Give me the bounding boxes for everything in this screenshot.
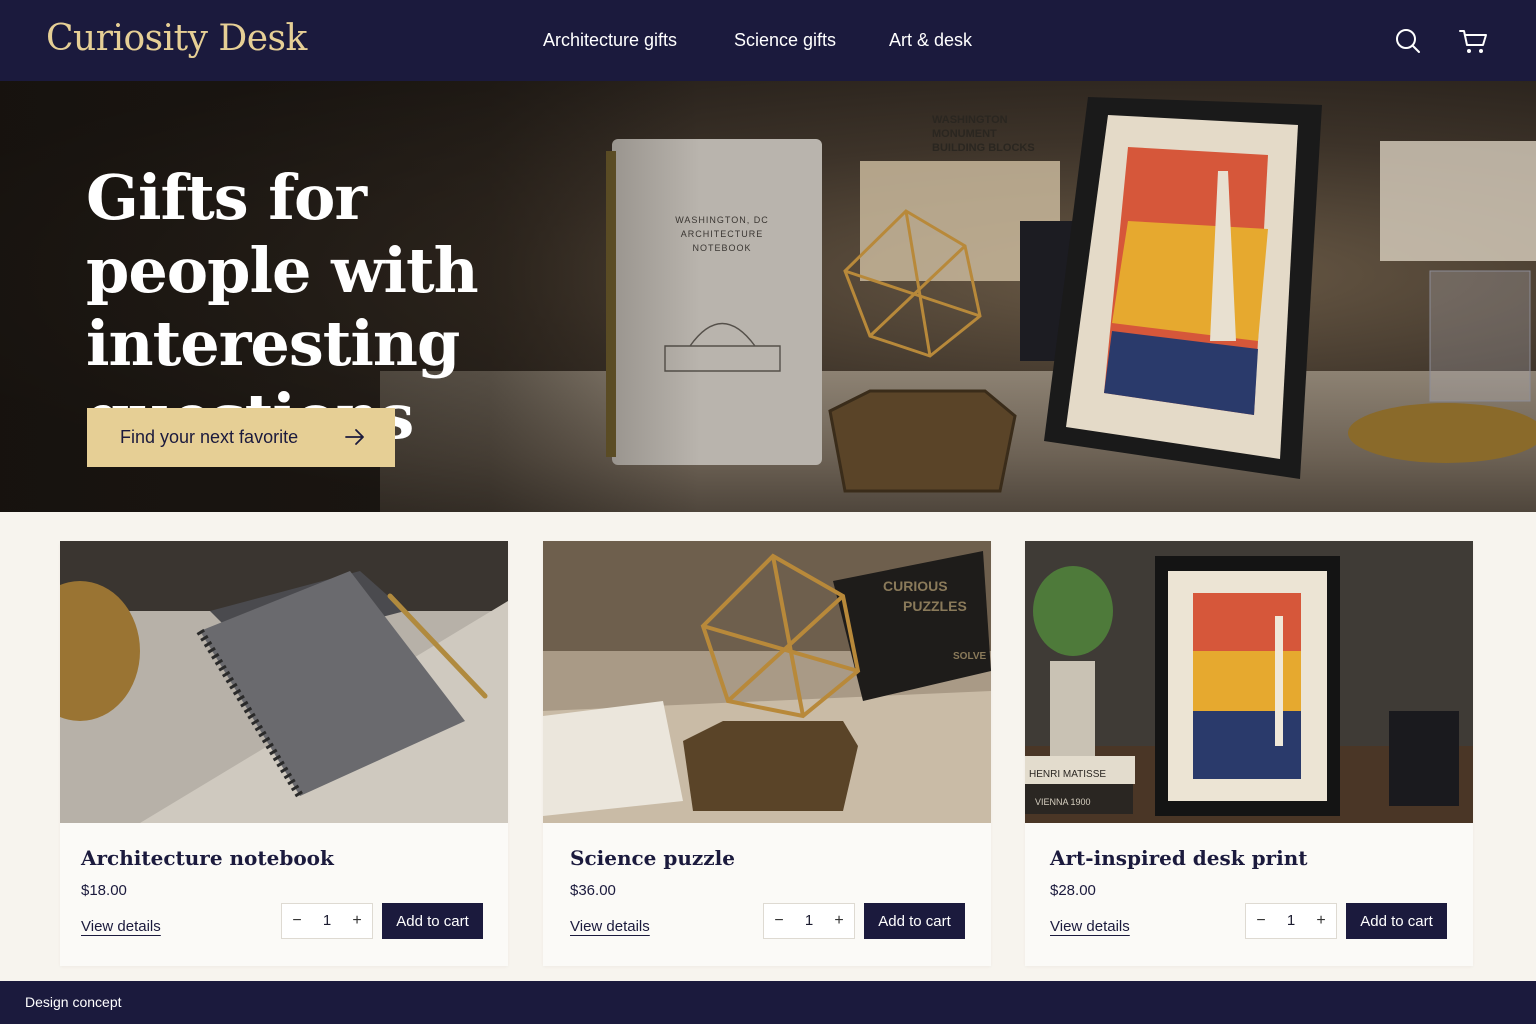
search-icon[interactable]: [1393, 26, 1423, 56]
hero-framed-print: [1044, 97, 1322, 479]
nav-architecture-gifts[interactable]: Architecture gifts: [543, 30, 677, 51]
hero-sign-line-2: MONUMENT: [932, 128, 997, 140]
quantity-increase-button[interactable]: +: [1306, 904, 1336, 938]
nav-art-desk[interactable]: Art & desk: [889, 30, 972, 51]
quantity-stepper: − 1 +: [1245, 903, 1337, 939]
product-card-architecture-notebook: Architecture notebook $18.00 View detail…: [60, 541, 508, 966]
view-details-link[interactable]: View details: [570, 918, 650, 935]
hero-sign-line-1: WASHINGTON: [932, 114, 1008, 126]
hero-banner: WASHINGTON MONUMENT BUILDING BLOCKS WASH…: [0, 81, 1536, 512]
quantity-stepper: − 1 +: [763, 903, 855, 939]
view-details-link[interactable]: View details: [1050, 918, 1130, 935]
product-price: $18.00: [81, 882, 127, 899]
puzzle-box-line-1: CURIOUS: [883, 578, 948, 594]
product-title[interactable]: Science puzzle: [570, 846, 735, 870]
product-price: $36.00: [570, 882, 616, 899]
puzzle-box-line-3: SOLVE: [953, 651, 986, 662]
find-favorite-button[interactable]: Find your next favorite: [87, 408, 395, 467]
quantity-increase-button[interactable]: +: [342, 904, 372, 938]
add-to-cart-button[interactable]: Add to cart: [382, 903, 483, 939]
add-to-cart-button[interactable]: Add to cart: [864, 903, 965, 939]
quantity-decrease-button[interactable]: −: [764, 904, 794, 938]
product-card-science-puzzle: CURIOUS PUZZLES SOLVE Science puzzle $36…: [543, 541, 991, 966]
hero-brass-bowl: [1348, 403, 1536, 463]
footer-bar: Design concept: [0, 981, 1536, 1024]
product-card-art-print: HENRI MATISSE VIENNA 1900 Art-inspired d…: [1025, 541, 1473, 966]
quantity-decrease-button[interactable]: −: [1246, 904, 1276, 938]
quantity-increase-button[interactable]: +: [824, 904, 854, 938]
product-image-print[interactable]: HENRI MATISSE VIENNA 1900: [1025, 541, 1473, 823]
brand-logo[interactable]: Curiosity Desk: [46, 18, 307, 59]
puzzle-base-shape: [683, 721, 858, 811]
find-favorite-label: Find your next favorite: [120, 427, 299, 447]
design-concept-label: Design concept: [25, 994, 122, 1010]
hero-pencil-cup: [1429, 270, 1531, 402]
product-image-puzzle[interactable]: CURIOUS PUZZLES SOLVE: [543, 541, 991, 823]
quantity-value[interactable]: 1: [312, 904, 342, 938]
arrow-right-icon: [345, 428, 365, 451]
nav-science-gifts[interactable]: Science gifts: [734, 30, 836, 51]
book-spine-1: HENRI MATISSE: [1029, 769, 1106, 780]
product-price: $28.00: [1050, 882, 1096, 899]
puzzle-box-line-2: PUZZLES: [903, 598, 967, 614]
book-spine-2: VIENNA 1900: [1035, 797, 1091, 807]
cart-icon[interactable]: [1458, 26, 1488, 56]
product-title[interactable]: Art-inspired desk print: [1050, 846, 1307, 870]
product-title[interactable]: Architecture notebook: [81, 846, 334, 870]
add-to-cart-button[interactable]: Add to cart: [1346, 903, 1447, 939]
plant-shape: [1033, 566, 1113, 656]
quantity-value[interactable]: 1: [794, 904, 824, 938]
notebook-cover-line-3: NOTEBOOK: [692, 243, 751, 253]
marble-block-shape: [1389, 711, 1459, 806]
hero-shelf-boxes: [1380, 141, 1536, 261]
blueprint-sheet-shape: [543, 701, 683, 816]
product-image-notebook[interactable]: [60, 541, 508, 823]
quantity-decrease-button[interactable]: −: [282, 904, 312, 938]
hero-sign-line-3: BUILDING BLOCKS: [932, 142, 1035, 154]
top-navigation-bar: Curiosity Desk Architecture gifts Scienc…: [0, 0, 1536, 81]
quantity-stepper: − 1 +: [281, 903, 373, 939]
quantity-value[interactable]: 1: [1276, 904, 1306, 938]
view-details-link[interactable]: View details: [81, 918, 161, 935]
